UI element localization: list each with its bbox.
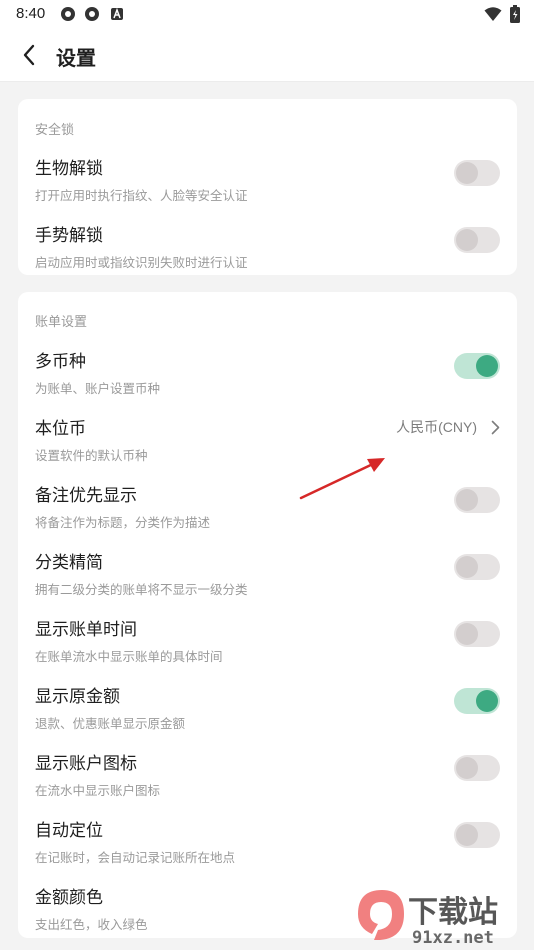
- status-bar: 8:40: [0, 0, 534, 28]
- section-title: 安全锁: [35, 123, 75, 138]
- back-button[interactable]: [14, 40, 44, 70]
- setting-title: 自动定位: [35, 821, 103, 841]
- section-title: 账单设置: [35, 315, 88, 330]
- show-account-icon-toggle[interactable]: [454, 755, 500, 781]
- watermark-logo: 下载站 91xz.net: [348, 884, 528, 948]
- base-currency-value: 人民币(CNY): [396, 419, 477, 435]
- watermark-logo-icon: 下载站 91xz.net: [358, 890, 498, 948]
- setting-title: 手势解锁: [35, 226, 103, 246]
- gesture-unlock-toggle[interactable]: [454, 227, 500, 253]
- biometric-unlock-toggle[interactable]: [454, 160, 500, 186]
- wifi-icon: [484, 7, 502, 21]
- setting-subtitle: 支出红色，收入绿色: [35, 917, 148, 932]
- text-notification-icon: [111, 7, 123, 20]
- setting-row-auto-location[interactable]: 自动定位 在记账时，会自动记录记账所在地点: [18, 816, 517, 878]
- show-original-amount-toggle[interactable]: [454, 688, 500, 714]
- chevron-right-icon: [491, 420, 500, 434]
- app-notification-icon: [61, 7, 75, 21]
- simplify-category-toggle[interactable]: [454, 554, 500, 580]
- multi-currency-toggle[interactable]: [454, 353, 500, 379]
- setting-row-biometric-unlock[interactable]: 生物解锁 打开应用时执行指纹、人脸等安全认证: [18, 154, 517, 216]
- bill-settings-card: 账单设置 多币种 为账单、账户设置币种 本位币 设置软件的默认币种 人民币(CN…: [18, 292, 517, 938]
- note-first-toggle[interactable]: [454, 487, 500, 513]
- setting-row-gesture-unlock[interactable]: 手势解锁 启动应用时或指纹识别失败时进行认证: [18, 221, 517, 283]
- setting-title: 备注优先显示: [35, 486, 137, 506]
- watermark-url: 91xz.net: [412, 928, 494, 946]
- setting-subtitle: 在流水中显示账户图标: [35, 783, 161, 798]
- back-arrow-icon: [23, 44, 35, 66]
- setting-title: 显示账户图标: [35, 754, 137, 774]
- setting-subtitle: 为账单、账户设置币种: [35, 381, 161, 396]
- watermark-text: 下载站: [408, 895, 498, 930]
- setting-title: 金额颜色: [35, 888, 103, 908]
- battery-icon: [510, 5, 520, 23]
- setting-subtitle: 拥有二级分类的账单将不显示一级分类: [35, 582, 248, 597]
- setting-row-show-original-amount[interactable]: 显示原金额 退款、优惠账单显示原金额: [18, 682, 517, 744]
- setting-subtitle: 启动应用时或指纹识别失败时进行认证: [35, 255, 248, 270]
- setting-row-show-account-icon[interactable]: 显示账户图标 在流水中显示账户图标: [18, 749, 517, 811]
- setting-title: 显示原金额: [35, 687, 120, 707]
- base-currency-selector[interactable]: 人民币(CNY): [396, 417, 500, 437]
- setting-subtitle: 在记账时，会自动记录记账所在地点: [35, 850, 236, 865]
- page-title: 设置: [56, 46, 96, 70]
- setting-row-simplify-category[interactable]: 分类精简 拥有二级分类的账单将不显示一级分类: [18, 548, 517, 610]
- setting-row-base-currency[interactable]: 本位币 设置软件的默认币种 人民币(CNY): [18, 414, 517, 476]
- setting-title: 生物解锁: [35, 159, 103, 179]
- app-notification-icon: [85, 7, 99, 21]
- setting-row-show-bill-time[interactable]: 显示账单时间 在账单流水中显示账单的具体时间: [18, 615, 517, 677]
- setting-subtitle: 设置软件的默认币种: [35, 448, 148, 463]
- app-bar: 设置: [0, 28, 534, 82]
- setting-row-note-first[interactable]: 备注优先显示 将备注作为标题，分类作为描述: [18, 481, 517, 543]
- setting-subtitle: 打开应用时执行指纹、人脸等安全认证: [35, 188, 248, 203]
- setting-title: 本位币: [35, 419, 86, 439]
- status-time: 8:40: [16, 5, 46, 22]
- annotation-arrow-icon: [299, 458, 385, 500]
- setting-subtitle: 退款、优惠账单显示原金额: [35, 716, 186, 731]
- setting-title: 多币种: [35, 352, 86, 372]
- setting-title: 显示账单时间: [35, 620, 137, 640]
- show-bill-time-toggle[interactable]: [454, 621, 500, 647]
- setting-subtitle: 在账单流水中显示账单的具体时间: [35, 649, 223, 664]
- setting-subtitle: 将备注作为标题，分类作为描述: [35, 515, 211, 530]
- security-lock-card: 安全锁 生物解锁 打开应用时执行指纹、人脸等安全认证 手势解锁 启动应用时或指纹…: [18, 99, 517, 275]
- setting-title: 分类精简: [35, 553, 103, 573]
- setting-row-multi-currency[interactable]: 多币种 为账单、账户设置币种: [18, 347, 517, 409]
- auto-location-toggle[interactable]: [454, 822, 500, 848]
